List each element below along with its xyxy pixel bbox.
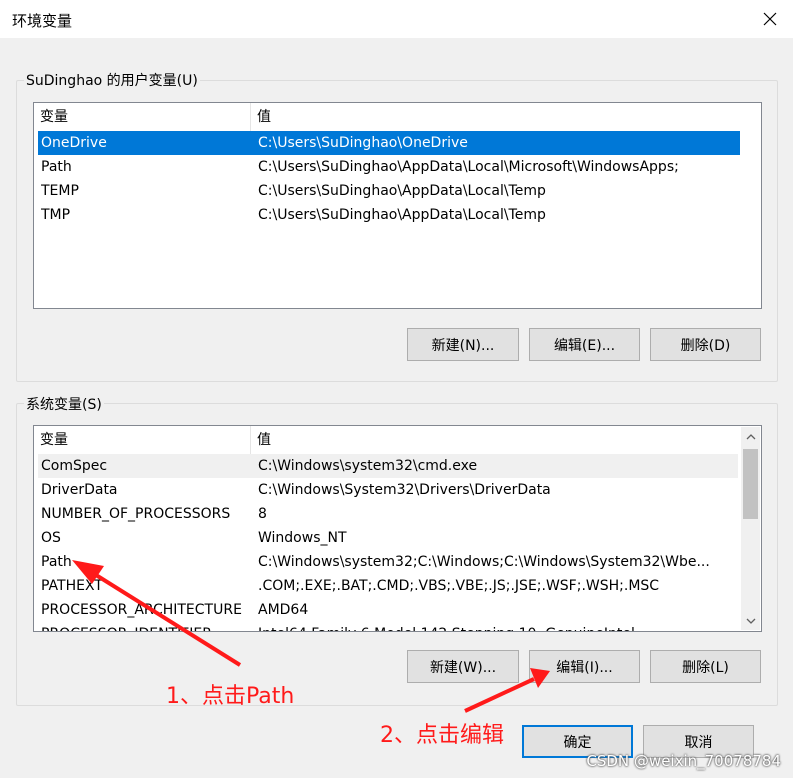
variable-name: PATHEXT bbox=[41, 578, 103, 594]
system-list-header: 变量 值 bbox=[34, 426, 741, 454]
system-variables-label: 系统变量(S) bbox=[24, 394, 104, 414]
title-bar: 环境变量 bbox=[0, 0, 793, 38]
variable-name: ComSpec bbox=[41, 458, 108, 474]
variable-value: C:\Users\SuDinghao\OneDrive bbox=[258, 135, 468, 151]
watermark: CSDN @weixin_70078784 bbox=[586, 752, 781, 770]
variable-value: AMD64 bbox=[258, 602, 309, 618]
table-row-path[interactable]: Path C:\Users\SuDinghao\AppData\Local\Mi… bbox=[38, 155, 740, 179]
variable-value: C:\Users\SuDinghao\AppData\Local\Temp bbox=[258, 183, 546, 199]
chevron-down-icon bbox=[746, 618, 755, 624]
variable-value: .COM;.EXE;.BAT;.CMD;.VBS;.VBE;.JS;.JSE;.… bbox=[258, 578, 660, 594]
variable-name: Path bbox=[41, 159, 72, 175]
user-variables-label: SuDinghao 的用户变量(U) bbox=[24, 70, 200, 90]
system-delete-button[interactable]: 删除(L) bbox=[650, 650, 761, 683]
annotation-step1: 1、点击Path bbox=[166, 684, 295, 709]
table-row-number-of-processors[interactable]: NUMBER_OF_PROCESSORS 8 bbox=[38, 502, 738, 526]
system-variables-list[interactable]: 变量 值 ComSpec C:\Windows\system32\cmd.exe… bbox=[33, 425, 762, 632]
variable-name: DriverData bbox=[41, 482, 118, 498]
variable-value: C:\Windows\system32;C:\Windows;C:\Window… bbox=[258, 554, 710, 570]
variable-name: OS bbox=[41, 530, 61, 546]
variable-name: OneDrive bbox=[41, 135, 107, 151]
table-row-processor-architecture[interactable]: PROCESSOR_ARCHITECTURE AMD64 bbox=[38, 598, 738, 622]
user-new-button[interactable]: 新建(N)... bbox=[407, 328, 519, 361]
variable-value: 8 bbox=[258, 506, 267, 522]
variable-value: C:\Users\SuDinghao\AppData\Local\Temp bbox=[258, 207, 546, 223]
table-row-path[interactable]: Path C:\Windows\system32;C:\Windows;C:\W… bbox=[38, 550, 738, 574]
table-row-driverdata[interactable]: DriverData C:\Windows\System32\Drivers\D… bbox=[38, 478, 738, 502]
table-row-os[interactable]: OS Windows_NT bbox=[38, 526, 738, 550]
column-header-variable[interactable]: 变量 bbox=[34, 103, 251, 131]
column-header-value[interactable]: 值 bbox=[251, 426, 736, 454]
variable-value: Windows_NT bbox=[258, 530, 347, 546]
table-row-onedrive[interactable]: OneDrive C:\Users\SuDinghao\OneDrive bbox=[38, 131, 740, 155]
user-list-header: 变量 值 bbox=[34, 103, 761, 131]
variable-value: C:\Windows\System32\Drivers\DriverData bbox=[258, 482, 551, 498]
variable-value: Intel64 Family 6 Model 142 Stepping 10, … bbox=[258, 622, 736, 631]
variable-value: C:\Windows\system32\cmd.exe bbox=[258, 458, 478, 474]
table-row-processor-identifier[interactable]: PROCESSOR_IDENTIFIER Intel64 Family 6 Mo… bbox=[38, 622, 738, 631]
user-edit-button[interactable]: 编辑(E)... bbox=[529, 328, 640, 361]
close-icon bbox=[763, 12, 777, 26]
scroll-thumb[interactable] bbox=[743, 449, 758, 519]
chevron-up-icon bbox=[746, 433, 755, 439]
variable-name: Path bbox=[41, 554, 72, 570]
variable-value: C:\Users\SuDinghao\AppData\Local\Microso… bbox=[258, 159, 679, 175]
scroll-up-button[interactable] bbox=[741, 427, 760, 446]
variable-name: PROCESSOR_ARCHITECTURE bbox=[41, 602, 242, 618]
scroll-down-button[interactable] bbox=[741, 611, 760, 630]
window-title: 环境变量 bbox=[12, 12, 73, 30]
table-row-comspec[interactable]: ComSpec C:\Windows\system32\cmd.exe bbox=[38, 454, 738, 478]
annotation-step2: 2、点击编辑 bbox=[380, 723, 504, 748]
user-variables-list[interactable]: 变量 值 OneDrive C:\Users\SuDinghao\OneDriv… bbox=[33, 102, 762, 309]
system-edit-button[interactable]: 编辑(I)... bbox=[529, 650, 640, 683]
variable-name: PROCESSOR_IDENTIFIER bbox=[41, 622, 251, 631]
table-row-tmp[interactable]: TMP C:\Users\SuDinghao\AppData\Local\Tem… bbox=[38, 203, 740, 227]
user-delete-button[interactable]: 删除(D) bbox=[650, 328, 761, 361]
table-row-temp[interactable]: TEMP C:\Users\SuDinghao\AppData\Local\Te… bbox=[38, 179, 740, 203]
vertical-scrollbar[interactable] bbox=[741, 427, 760, 630]
system-new-button[interactable]: 新建(W)... bbox=[407, 650, 519, 683]
variable-name: TMP bbox=[41, 207, 71, 223]
variable-name: TEMP bbox=[41, 183, 79, 199]
table-row-pathext[interactable]: PATHEXT .COM;.EXE;.BAT;.CMD;.VBS;.VBE;.J… bbox=[38, 574, 738, 598]
column-header-value[interactable]: 值 bbox=[251, 103, 756, 131]
variable-name: NUMBER_OF_PROCESSORS bbox=[41, 506, 231, 522]
column-header-variable[interactable]: 变量 bbox=[34, 426, 251, 454]
close-button[interactable] bbox=[747, 0, 793, 38]
